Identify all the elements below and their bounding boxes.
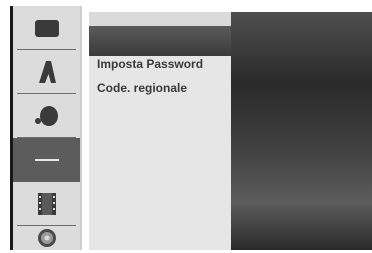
submenu-item-region-code[interactable]: Code. regionale xyxy=(97,81,187,95)
setup-menu-screen: Imposta Password Code. regionale xyxy=(0,0,372,253)
submenu-panel: Imposta Password Code. regionale xyxy=(89,12,231,250)
sidebar-item-film[interactable] xyxy=(13,182,80,226)
submenu-header-bar xyxy=(89,12,231,26)
disc-menu-icon xyxy=(33,17,61,39)
sidebar-item-dvd-disc[interactable] xyxy=(13,226,80,250)
sidebar-item-disc-menu[interactable] xyxy=(13,6,80,50)
sidebar-item-lock-setup[interactable] xyxy=(13,138,80,182)
content-panel xyxy=(231,12,372,250)
audio-icon xyxy=(33,103,61,129)
dvd-disc-icon xyxy=(35,227,59,249)
submenu-title-band xyxy=(89,26,231,56)
sidebar-icon-rail xyxy=(10,6,82,250)
language-icon xyxy=(35,59,59,85)
submenu-item-set-password[interactable]: Imposta Password xyxy=(97,57,203,71)
sidebar-item-audio[interactable] xyxy=(13,94,80,138)
sidebar-item-language[interactable] xyxy=(13,50,80,94)
lock-setup-icon xyxy=(34,156,60,164)
film-icon xyxy=(34,191,60,217)
